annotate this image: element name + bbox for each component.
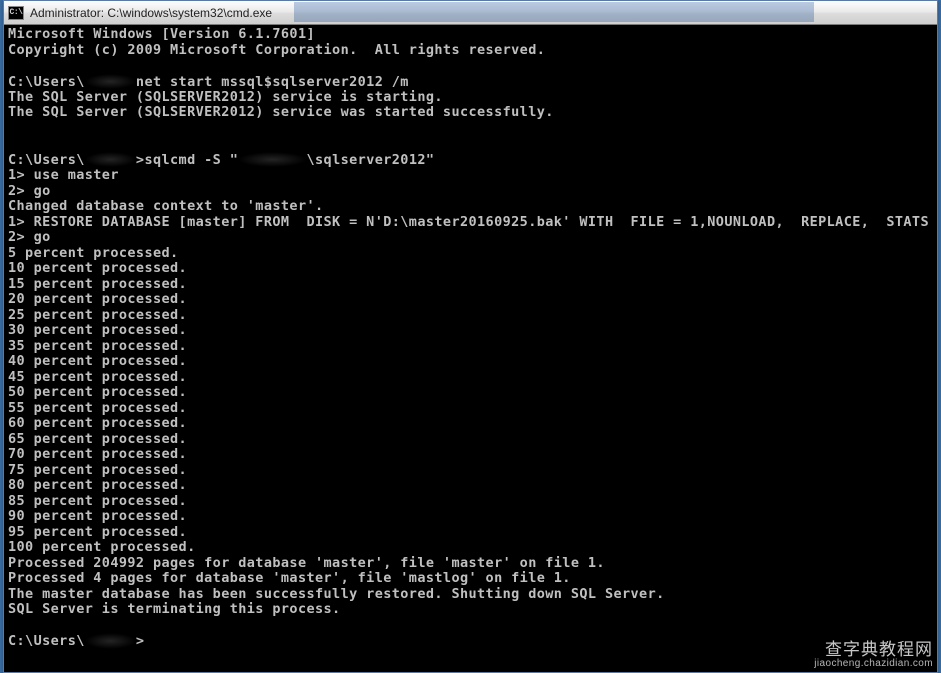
background-taskbar-strip <box>294 2 814 22</box>
out-line: The SQL Server (SQLSERVER2012) service i… <box>8 89 443 105</box>
out-line: 70 percent processed. <box>8 446 187 462</box>
out-line: 90 percent processed. <box>8 508 187 524</box>
out-line: 10 percent processed. <box>8 260 187 276</box>
typed-command: \sqlserver2012" <box>307 152 435 168</box>
out-line: 2> go <box>8 229 51 245</box>
out-line: The master database has been successfull… <box>8 586 665 602</box>
redacted-username: ██████ <box>85 74 136 90</box>
out-line: 5 percent processed. <box>8 245 179 261</box>
cmd-window: C:\ Administrator: C:\windows\system32\c… <box>3 0 938 673</box>
out-line: 95 percent processed. <box>8 524 187 540</box>
out-line: 75 percent processed. <box>8 462 187 478</box>
out-line: Copyright (c) 2009 Microsoft Corporation… <box>8 42 545 58</box>
out-line: 65 percent processed. <box>8 431 187 447</box>
out-line: 25 percent processed. <box>8 307 187 323</box>
prompt-path: C:\Users\ <box>8 633 85 649</box>
out-line: 30 percent processed. <box>8 322 187 338</box>
typed-command: net start mssql$sqlserver2012 /m <box>136 73 409 89</box>
out-line: 15 percent processed. <box>8 276 187 292</box>
prompt-path: C:\Users\ <box>8 152 85 168</box>
out-line: Changed database context to 'master'. <box>8 198 324 214</box>
out-line: 60 percent processed. <box>8 415 187 431</box>
out-line: 45 percent processed. <box>8 369 187 385</box>
out-line: 80 percent processed. <box>8 477 187 493</box>
out-line: SQL Server is terminating this process. <box>8 601 341 617</box>
out-line: The SQL Server (SQLSERVER2012) service w… <box>8 104 554 120</box>
out-line: 50 percent processed. <box>8 384 187 400</box>
out-line: 35 percent processed. <box>8 338 187 354</box>
typed-command: >sqlcmd -S " <box>136 152 238 168</box>
redacted-username: ██████ <box>85 633 136 649</box>
terminal-output[interactable]: Microsoft Windows [Version 6.1.7601] Cop… <box>4 25 937 672</box>
cmd-icon-label: C:\ <box>10 9 23 17</box>
out-line: 55 percent processed. <box>8 400 187 416</box>
out-line: 100 percent processed. <box>8 539 196 555</box>
out-line: 20 percent processed. <box>8 291 187 307</box>
out-line: Microsoft Windows [Version 6.1.7601] <box>8 26 315 42</box>
out-line: Processed 4 pages for database 'master',… <box>8 570 571 586</box>
out-line: 1> RESTORE DATABASE [master] FROM DISK =… <box>8 214 937 230</box>
redacted-username: ██████ <box>85 152 136 168</box>
out-line: 2> go <box>8 183 51 199</box>
out-line: 85 percent processed. <box>8 493 187 509</box>
prompt-path: C:\Users\ <box>8 73 85 89</box>
prompt-caret: > <box>136 633 145 649</box>
cmd-icon: C:\ <box>8 6 24 20</box>
out-line: Processed 204992 pages for database 'mas… <box>8 555 605 571</box>
out-line: 1> use master <box>8 167 119 183</box>
redacted-host: ████████ <box>238 152 306 168</box>
out-line: 40 percent processed. <box>8 353 187 369</box>
